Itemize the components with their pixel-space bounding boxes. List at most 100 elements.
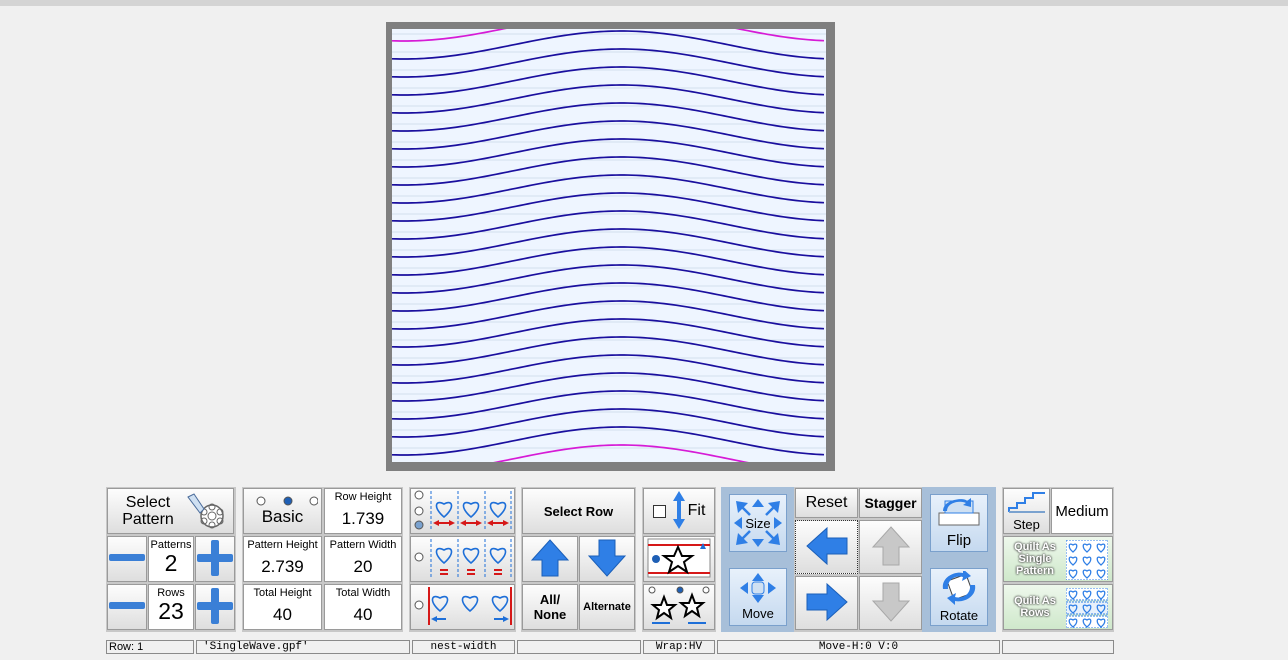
status-file-name: 'SingleWave.gpf' bbox=[196, 640, 410, 654]
stagger-button[interactable]: Stagger bbox=[859, 488, 922, 518]
patterns-field[interactable]: Patterns 2 bbox=[148, 536, 194, 582]
select-row-label: Select Row bbox=[543, 503, 614, 519]
rows-field[interactable]: Rows 23 bbox=[148, 584, 194, 630]
hearts-edge-icon bbox=[413, 585, 513, 630]
plus-icon bbox=[197, 587, 233, 627]
mode-radio-group bbox=[248, 495, 318, 507]
rows-value: 23 bbox=[158, 598, 184, 624]
alternate-label: Alternate bbox=[583, 601, 631, 613]
stairs-icon bbox=[1007, 490, 1047, 517]
select-pattern-button[interactable]: Select Pattern bbox=[107, 488, 234, 534]
status-nest-mode: nest-width bbox=[412, 640, 515, 654]
total-height-label: Total Height bbox=[253, 587, 312, 599]
size-button[interactable]: Size bbox=[729, 494, 787, 552]
flip-label: Flip bbox=[946, 532, 972, 549]
patterns-decrease-button[interactable] bbox=[107, 536, 147, 582]
wave-pattern-preview bbox=[392, 29, 826, 462]
flip-button[interactable]: Flip bbox=[930, 494, 988, 552]
star-align-button[interactable] bbox=[643, 536, 715, 582]
status-move-offset: Move-H:0 V:0 bbox=[717, 640, 1000, 654]
step-button[interactable]: Step bbox=[1003, 488, 1050, 534]
fit-button[interactable]: Fit bbox=[643, 488, 715, 534]
row-up-button[interactable] bbox=[522, 536, 578, 582]
mode-label: Basic bbox=[261, 507, 304, 526]
pattern-width-value: 20 bbox=[353, 557, 373, 576]
quilt-rows-label: Quilt As Rows bbox=[1014, 595, 1056, 619]
stagger-down-button[interactable] bbox=[859, 576, 922, 630]
star-stagger-button[interactable] bbox=[643, 584, 715, 630]
hearts-equal-icon bbox=[413, 537, 513, 582]
select-pattern-label: Select Pattern bbox=[122, 494, 174, 528]
step-size-field[interactable]: Medium bbox=[1051, 488, 1113, 534]
stars-icon bbox=[646, 585, 712, 630]
spacing-option-spread-button[interactable] bbox=[410, 488, 515, 534]
all-none-label: All/ None bbox=[533, 592, 567, 622]
quilt-preview-canvas[interactable] bbox=[386, 22, 835, 471]
total-height-field[interactable]: Total Height 40 bbox=[243, 584, 322, 630]
pattern-height-field[interactable]: Pattern Height 2.739 bbox=[243, 536, 322, 582]
arrow-down-icon bbox=[587, 538, 627, 581]
move-arrows-icon bbox=[738, 573, 778, 606]
hand-pointer-icon bbox=[182, 493, 228, 534]
total-width-label: Total Width bbox=[335, 587, 391, 599]
move-right-button[interactable] bbox=[795, 576, 858, 630]
spacing-option-edge-button[interactable] bbox=[410, 584, 515, 630]
flip-icon bbox=[935, 497, 983, 532]
total-height-value: 40 bbox=[273, 605, 292, 624]
status-blank bbox=[517, 640, 641, 654]
quilt-single-label: Quilt As Single Pattern bbox=[1014, 541, 1056, 577]
step-label: Step bbox=[1013, 517, 1040, 532]
mode-basic-button[interactable]: Basic bbox=[243, 488, 322, 534]
patterns-value: 2 bbox=[164, 550, 178, 576]
arrow-up-disabled-icon bbox=[871, 525, 911, 570]
pattern-width-field[interactable]: Pattern Width 20 bbox=[324, 536, 402, 582]
status-row: Row: 1 bbox=[106, 640, 194, 654]
arrow-up-icon bbox=[530, 538, 570, 581]
alternate-button[interactable]: Alternate bbox=[579, 584, 635, 630]
move-left-button[interactable] bbox=[795, 520, 858, 574]
row-down-button[interactable] bbox=[579, 536, 635, 582]
star-row-icon bbox=[646, 537, 712, 582]
quilt-as-rows-button[interactable]: Quilt As Rows bbox=[1003, 584, 1113, 630]
minus-icon bbox=[109, 552, 145, 566]
spacing-option-equal-button[interactable] bbox=[410, 536, 515, 582]
stagger-label: Stagger bbox=[864, 495, 917, 511]
minus-icon bbox=[109, 600, 145, 614]
hearts-grid-icon bbox=[1065, 539, 1109, 583]
arrow-left-icon bbox=[805, 526, 849, 569]
size-label: Size bbox=[745, 515, 771, 531]
pattern-width-label: Pattern Width bbox=[329, 539, 397, 551]
row-height-label: Row Height bbox=[334, 491, 392, 503]
quilt-as-single-pattern-button[interactable]: Quilt As Single Pattern bbox=[1003, 536, 1113, 582]
row-height-value: 1.739 bbox=[341, 509, 385, 528]
hearts-rows-icon bbox=[1065, 587, 1109, 631]
rows-increase-button[interactable] bbox=[195, 584, 235, 630]
vertical-arrows-icon bbox=[672, 490, 686, 533]
select-row-button[interactable]: Select Row bbox=[522, 488, 635, 534]
total-width-value: 40 bbox=[353, 605, 373, 624]
pattern-height-value: 2.739 bbox=[261, 557, 304, 576]
patterns-increase-button[interactable] bbox=[195, 536, 235, 582]
rotate-button[interactable]: Rotate bbox=[930, 568, 988, 626]
step-size-value: Medium bbox=[1055, 502, 1109, 520]
arrow-right-icon bbox=[805, 582, 849, 625]
hearts-spread-icon bbox=[413, 489, 513, 534]
stagger-up-button[interactable] bbox=[859, 520, 922, 574]
pattern-height-label: Pattern Height bbox=[247, 539, 318, 551]
all-none-button[interactable]: All/ None bbox=[522, 584, 578, 630]
fit-checkbox[interactable] bbox=[652, 504, 666, 518]
move-button[interactable]: Move bbox=[729, 568, 787, 626]
rows-decrease-button[interactable] bbox=[107, 584, 147, 630]
reset-button[interactable]: Reset bbox=[795, 488, 858, 518]
row-height-field[interactable]: Row Height 1.739 bbox=[324, 488, 402, 534]
status-wrap: Wrap:HV bbox=[643, 640, 715, 654]
fit-label: Fit bbox=[687, 502, 706, 519]
rotate-icon bbox=[937, 569, 981, 608]
arrow-down-disabled-icon bbox=[871, 581, 911, 626]
total-width-field[interactable]: Total Width 40 bbox=[324, 584, 402, 630]
move-label: Move bbox=[742, 606, 774, 621]
reset-label: Reset bbox=[805, 494, 848, 511]
plus-icon bbox=[197, 539, 233, 579]
window-top-bar bbox=[0, 0, 1288, 6]
status-extra bbox=[1002, 640, 1114, 654]
